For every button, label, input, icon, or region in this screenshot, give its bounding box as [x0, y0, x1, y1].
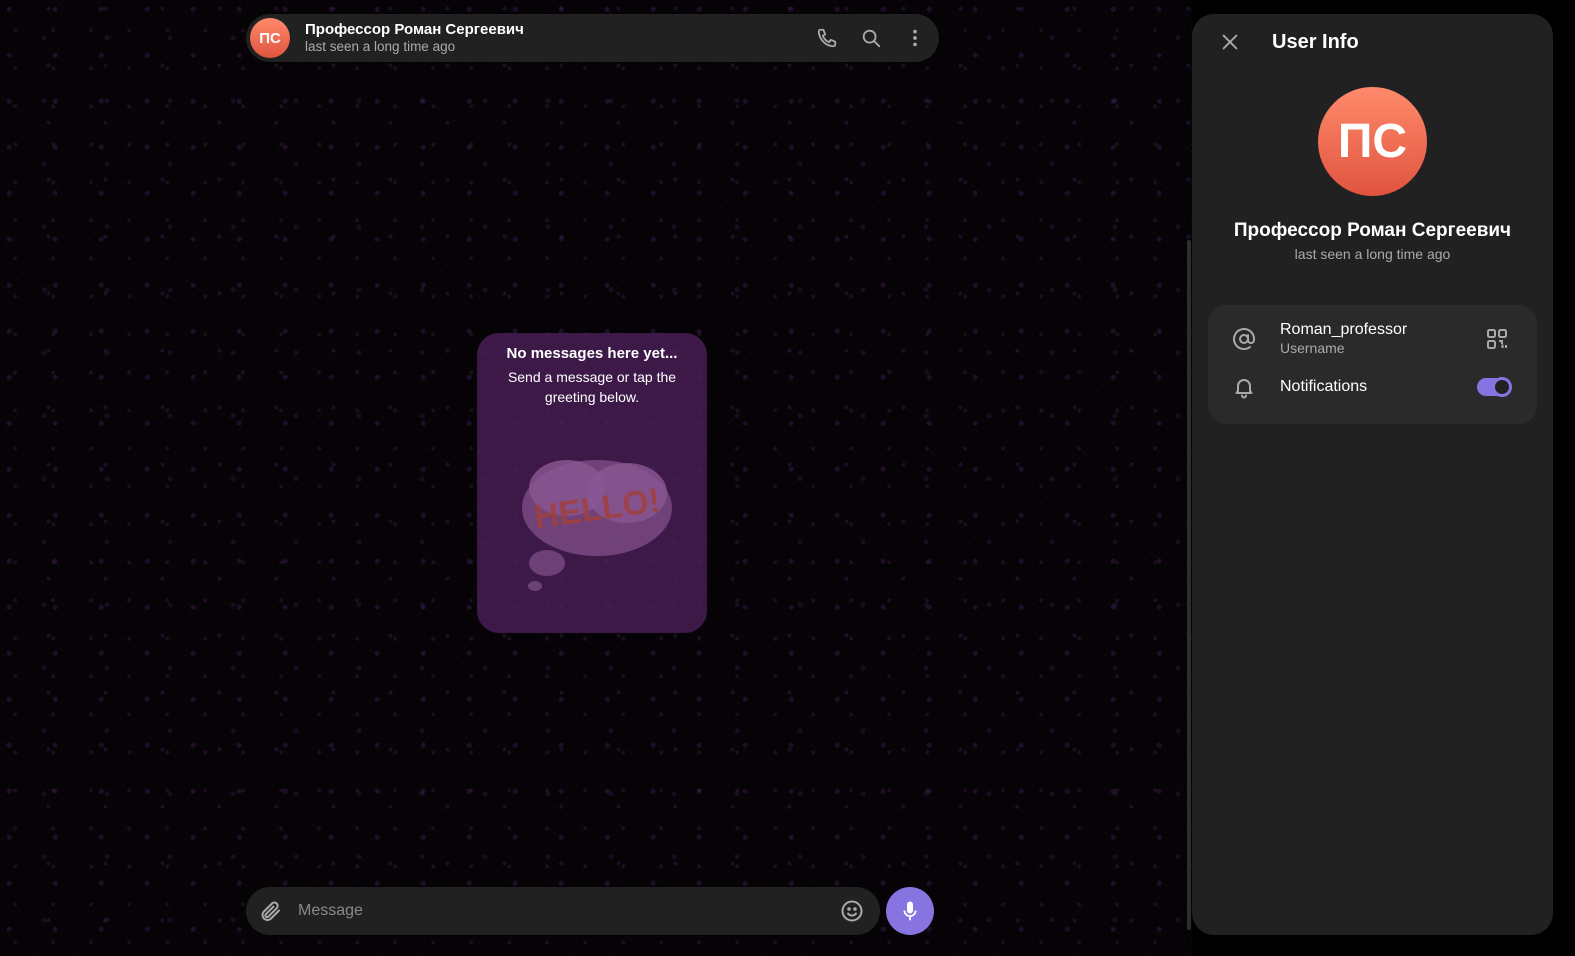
- contact-status: last seen a long time ago: [305, 38, 456, 54]
- contact-name: Профессор Роман Сергеевич: [305, 20, 524, 38]
- smile-icon: [841, 900, 863, 922]
- contact-avatar-initials: ПС: [259, 29, 281, 47]
- search-icon: [862, 29, 881, 48]
- paperclip-icon: [261, 901, 280, 921]
- notifications-toggle[interactable]: [1477, 377, 1512, 397]
- username-label: Username: [1280, 340, 1345, 357]
- call-button[interactable]: [809, 20, 845, 56]
- header-actions: [809, 20, 933, 56]
- emoji-button[interactable]: [834, 893, 870, 929]
- attach-button[interactable]: [254, 895, 286, 927]
- contact-avatar[interactable]: ПС: [250, 18, 290, 58]
- notifications-row[interactable]: Notifications: [1208, 375, 1537, 399]
- toggle-knob: [1492, 377, 1512, 397]
- panel-header: User Info: [1192, 14, 1553, 70]
- search-button[interactable]: [853, 20, 889, 56]
- voice-message-button[interactable]: [886, 887, 934, 935]
- profile-name: Профессор Роман Сергеевич: [1233, 220, 1512, 241]
- hello-sticker[interactable]: HELLO!: [517, 448, 677, 598]
- close-panel-button[interactable]: [1212, 24, 1248, 60]
- message-composer: [246, 887, 880, 935]
- qr-code-icon: [1487, 329, 1507, 349]
- phone-icon: [817, 28, 837, 48]
- close-icon: [1222, 34, 1238, 50]
- chat-header[interactable]: ПС Профессор Роман Сергеевич last seen a…: [246, 14, 939, 62]
- chat-scrollbar[interactable]: [1187, 240, 1191, 930]
- microphone-icon: [903, 901, 917, 921]
- message-input[interactable]: [296, 901, 834, 921]
- profile-avatar-initials: ПС: [1337, 115, 1408, 168]
- contact-info[interactable]: Профессор Роман Сергеевич last seen a lo…: [305, 21, 809, 55]
- username-row[interactable]: Roman_professor Username: [1208, 319, 1537, 359]
- bell-icon: [1235, 379, 1253, 399]
- telegram-app: ПС Профессор Роман Сергеевич last seen a…: [0, 0, 1575, 956]
- more-button[interactable]: [897, 20, 933, 56]
- info-card: Roman_professor Username Notifications: [1208, 305, 1537, 424]
- at-sign-icon: [1233, 328, 1255, 350]
- empty-text: Send a message or tap the greeting below…: [507, 369, 677, 405]
- chat-area: ПС Профессор Роман Сергеевич last seen a…: [0, 0, 1192, 956]
- username-value: Roman_professor: [1280, 321, 1408, 339]
- empty-chat-card: No messages here yet... Send a message o…: [477, 333, 707, 633]
- panel-title: User Info: [1272, 30, 1359, 53]
- profile-avatar[interactable]: ПС: [1318, 87, 1427, 196]
- profile-status: last seen a long time ago: [1294, 246, 1451, 262]
- empty-title: No messages here yet...: [506, 345, 678, 362]
- qr-code-button[interactable]: [1477, 319, 1517, 359]
- notifications-label: Notifications: [1280, 378, 1368, 395]
- user-info-panel: User Info ПС Профессор Роман Сергеевич l…: [1192, 14, 1553, 935]
- more-vertical-icon: [913, 29, 917, 47]
